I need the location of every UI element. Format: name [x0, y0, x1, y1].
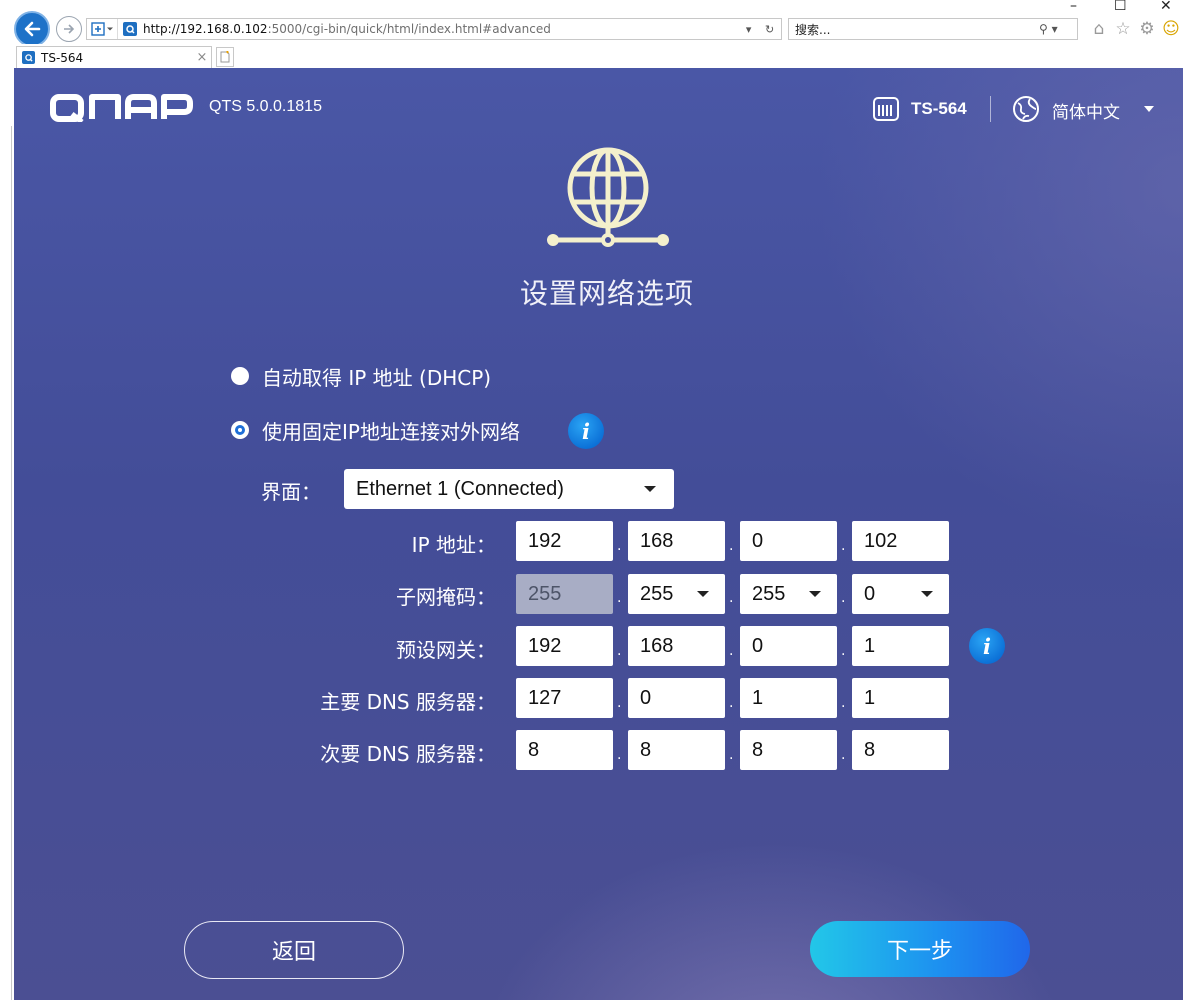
url-path: :5000/cgi-bin/quick/html/index.html#adva… [267, 22, 551, 36]
octet-separator: . [729, 747, 734, 763]
tab-ts564[interactable]: TS-564 × [16, 46, 212, 68]
gateway-octet-3[interactable]: 0 [740, 626, 837, 666]
dns2-octet-4[interactable]: 8 [852, 730, 949, 770]
ip-octet-4[interactable]: 102 [852, 521, 949, 561]
octet-separator: . [841, 643, 846, 659]
dns1-octet-1[interactable]: 127 [516, 678, 613, 718]
octet-separator: . [617, 590, 622, 606]
nas-device-icon [872, 96, 900, 126]
firmware-version: QTS 5.0.0.1815 [209, 98, 322, 115]
subnet-octet-3-select[interactable]: 255 [740, 574, 837, 614]
tab-favicon-icon [22, 51, 35, 64]
interface-caret-icon [644, 486, 656, 492]
page-title: 设置网络选项 [519, 277, 694, 310]
octet-separator: . [729, 538, 734, 554]
language-caret-icon[interactable] [1144, 106, 1154, 112]
radio-static-ip[interactable] [231, 421, 249, 439]
secondary-dns-label: 次要 DNS 服务器： [320, 742, 496, 766]
octet-separator: . [841, 590, 846, 606]
forward-arrow-icon[interactable] [56, 16, 82, 42]
option-static-label[interactable]: 使用固定IP地址连接对外网络 [262, 416, 520, 445]
address-dropdown-icon[interactable]: ▾ [746, 23, 752, 36]
dns2-octet-2[interactable]: 8 [628, 730, 725, 770]
close-window-icon[interactable]: ✕ [1160, 0, 1172, 14]
gateway-octet-2[interactable]: 168 [628, 626, 725, 666]
tab-close-icon[interactable]: × [193, 50, 211, 65]
gateway-info-icon[interactable]: i [969, 628, 1005, 664]
interface-select[interactable]: Ethernet 1 (Connected) [344, 469, 674, 509]
left-edge-divider [11, 126, 12, 1000]
octet-separator: . [729, 643, 734, 659]
refresh-icon[interactable]: ↻ [765, 23, 774, 36]
browser-toolbar: http://192.168.0.102:5000/cgi-bin/quick/… [0, 0, 1183, 47]
gateway-octet-1[interactable]: 192 [516, 626, 613, 666]
chevron-down-icon [809, 591, 821, 597]
octet-separator: . [617, 538, 622, 554]
ip-octet-2[interactable]: 168 [628, 521, 725, 561]
back-arrow-icon[interactable] [14, 11, 50, 47]
subnet-octet-4-select[interactable]: 0 [852, 574, 949, 614]
dns2-octet-3[interactable]: 8 [740, 730, 837, 770]
language-globe-icon[interactable] [1012, 95, 1040, 127]
interface-value: Ethernet 1 (Connected) [356, 477, 564, 500]
subnet-mask-label: 子网掩码： [396, 585, 496, 609]
header-divider [990, 96, 991, 122]
maximize-icon[interactable]: ☐ [1114, 0, 1127, 14]
option-dhcp-label[interactable]: 自动取得 IP 地址 (DHCP) [262, 362, 491, 391]
dns1-octet-3[interactable]: 1 [740, 678, 837, 718]
chevron-down-icon [697, 591, 709, 597]
dns1-octet-4[interactable]: 1 [852, 678, 949, 718]
interface-label: 界面： [261, 480, 321, 504]
home-icon[interactable]: ⌂ [1090, 19, 1108, 39]
octet-separator: . [841, 747, 846, 763]
url-text[interactable]: http://192.168.0.102:5000/cgi-bin/quick/… [143, 22, 739, 36]
octet-separator: . [729, 590, 734, 606]
search-placeholder: 搜索... [795, 22, 831, 37]
static-ip-info-icon[interactable]: i [568, 413, 604, 449]
favorites-star-icon[interactable]: ☆ [1114, 19, 1132, 39]
gateway-label: 预设网关： [396, 638, 496, 662]
tab-label: TS-564 [41, 50, 84, 65]
ip-address-label: IP 地址： [411, 533, 496, 557]
compat-view-icon[interactable] [87, 19, 118, 39]
ip-octet-1[interactable]: 192 [516, 521, 613, 561]
address-bar[interactable]: http://192.168.0.102:5000/cgi-bin/quick/… [86, 18, 782, 40]
radio-dhcp[interactable] [231, 367, 249, 385]
chevron-down-icon [921, 591, 933, 597]
subnet-octet-1: 255 [516, 574, 613, 614]
octet-separator: . [617, 643, 622, 659]
search-icon[interactable]: ⚲ ▾ [1039, 22, 1077, 36]
octet-separator: . [841, 538, 846, 554]
primary-dns-label: 主要 DNS 服务器： [320, 690, 496, 714]
octet-separator: . [729, 695, 734, 711]
qnap-setup-page: QTS 5.0.0.1815 TS-564 简体中文 设置网络选项 自动取得 I… [14, 68, 1183, 1000]
url-host: http://192.168.0.102 [143, 22, 268, 36]
settings-gear-icon[interactable]: ⚙ [1138, 19, 1156, 39]
octet-separator: . [617, 747, 622, 763]
left-window-edge: x ve [0, 0, 14, 1000]
octet-separator: . [617, 695, 622, 711]
tab-bar: TS-564 × [0, 44, 1183, 68]
language-selector[interactable]: 简体中文 [1052, 98, 1120, 123]
back-button[interactable]: 返回 [184, 921, 404, 979]
octet-separator: . [841, 695, 846, 711]
smiley-feedback-icon[interactable]: ☺ [1162, 19, 1180, 39]
dns1-octet-2[interactable]: 0 [628, 678, 725, 718]
gateway-octet-4[interactable]: 1 [852, 626, 949, 666]
dns2-octet-1[interactable]: 8 [516, 730, 613, 770]
network-globe-icon [545, 146, 671, 254]
search-box[interactable]: 搜索... ⚲ ▾ [788, 18, 1078, 40]
subnet-octet-2-select[interactable]: 255 [628, 574, 725, 614]
next-button[interactable]: 下一步 [810, 921, 1030, 977]
new-tab-icon[interactable] [216, 47, 234, 67]
device-name: TS-564 [911, 99, 967, 118]
qnap-logo [50, 94, 194, 126]
ip-octet-3[interactable]: 0 [740, 521, 837, 561]
site-favicon-icon [123, 22, 137, 36]
minimize-icon[interactable]: – [1070, 0, 1077, 14]
